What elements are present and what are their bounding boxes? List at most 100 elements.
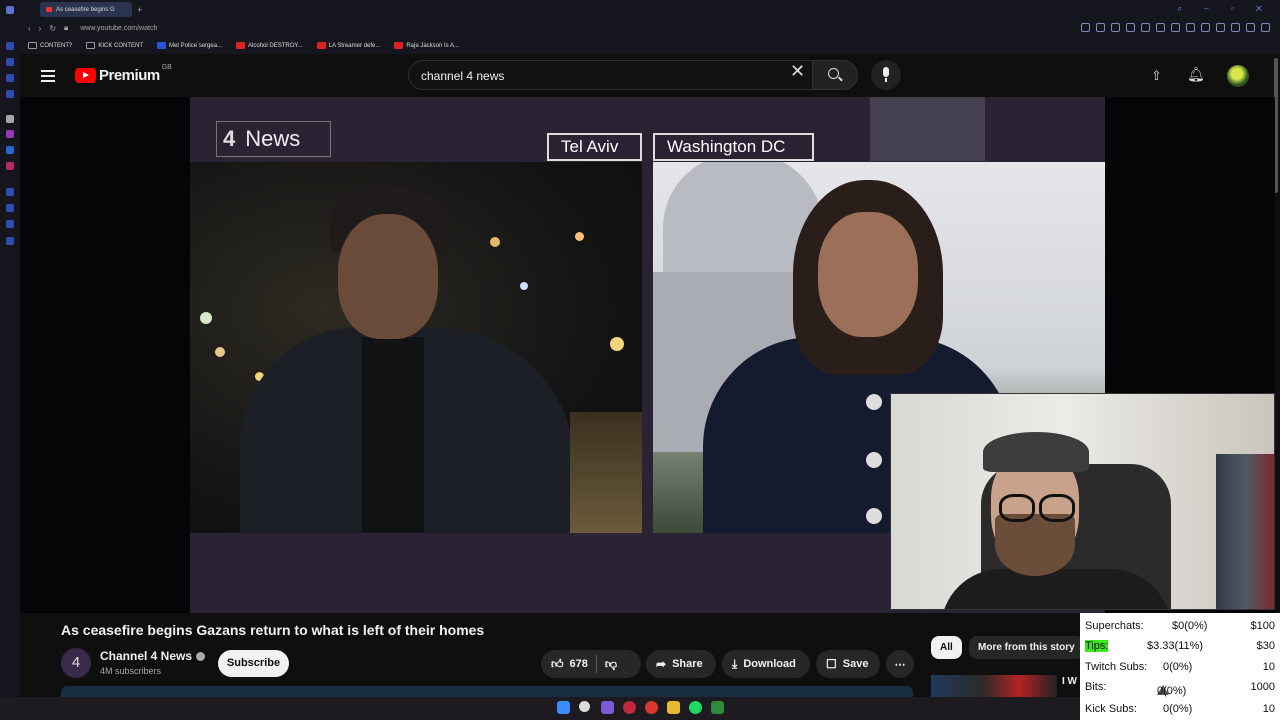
- file-explorer-icon[interactable]: [667, 701, 680, 714]
- logo-text: Premium: [99, 67, 160, 84]
- extension-icon[interactable]: [1246, 23, 1255, 32]
- subscriber-count: 4M subscribers: [100, 666, 162, 676]
- extension-icon[interactable]: [1186, 23, 1195, 32]
- location-label-left: Tel Aviv: [547, 133, 642, 161]
- extension-icon[interactable]: [1081, 23, 1090, 32]
- logo-news-text: News: [245, 126, 301, 151]
- extension-icon[interactable]: [1231, 23, 1240, 32]
- opera-gx-icon[interactable]: [623, 701, 636, 714]
- extension-icon[interactable]: [1111, 23, 1120, 32]
- start-menu-icon[interactable]: [557, 701, 570, 714]
- taskbar-app-icon[interactable]: [601, 701, 614, 714]
- upload-icon[interactable]: ⇧: [1151, 68, 1162, 84]
- download-icon: ⤓: [732, 656, 738, 671]
- extension-icon[interactable]: [1096, 23, 1105, 32]
- voice-search-icon[interactable]: [871, 60, 901, 90]
- superchats-row: Superchats: $0(0%) $100: [1085, 620, 1275, 632]
- download-button[interactable]: ⤓ Download: [722, 650, 810, 678]
- chip-all[interactable]: All: [931, 636, 962, 659]
- extension-icon[interactable]: [1126, 23, 1135, 32]
- video-title: As ceasefire begins Gazans return to wha…: [61, 622, 485, 638]
- history-icon[interactable]: [6, 204, 14, 212]
- extension-icon[interactable]: [1216, 23, 1225, 32]
- subscribe-button[interactable]: Subscribe: [218, 650, 289, 677]
- bookmark-link[interactable]: Met Police sergea...: [157, 42, 222, 49]
- url-field[interactable]: www.youtube.com/watch: [80, 25, 157, 32]
- kick-subs-row: Kick Subs: 0(0%) 10: [1085, 703, 1275, 715]
- share-icon: ➦: [656, 657, 667, 671]
- bookmark-link[interactable]: Alcohol DESTROY...: [236, 42, 303, 49]
- channel-name[interactable]: Channel 4 News: [100, 649, 206, 663]
- folder-icon: [86, 42, 96, 49]
- back-icon[interactable]: ‹: [28, 24, 31, 33]
- search-input[interactable]: channel 4 news: [408, 60, 840, 90]
- channel4-logo-icon: 4: [223, 126, 236, 151]
- search-icon: [828, 68, 839, 79]
- dislike-icon[interactable]: 👎︎: [605, 657, 617, 672]
- messenger-icon[interactable]: [6, 146, 14, 154]
- instagram-icon[interactable]: [6, 162, 14, 170]
- search-icon[interactable]: [579, 701, 590, 712]
- browser-sidebar: [0, 0, 20, 720]
- new-tab-icon[interactable]: +: [137, 5, 142, 15]
- youtube-logo[interactable]: Premium GB: [75, 64, 172, 84]
- sidebar-app-icon[interactable]: [6, 90, 14, 98]
- bookmark-link[interactable]: LA Streamer defe...: [316, 42, 380, 49]
- sidebar-app-icon[interactable]: [6, 58, 14, 66]
- windows-taskbar: [0, 697, 1080, 720]
- bookmark-folder[interactable]: KICK CONTENT: [86, 42, 143, 49]
- forward-icon[interactable]: ›: [39, 24, 42, 33]
- reporter-feed-left: [190, 162, 642, 533]
- youtube-favicon-icon: [46, 7, 52, 12]
- menu-icon[interactable]: [41, 70, 55, 85]
- opera-icon[interactable]: [6, 6, 14, 14]
- tab-title: As ceasefire begins G: [56, 6, 115, 13]
- sidebar-app-icon[interactable]: [6, 130, 14, 138]
- like-icon[interactable]: 👍︎: [551, 657, 564, 672]
- bookmark-favicon-icon: [157, 42, 167, 49]
- save-button[interactable]: ☐ Save: [816, 650, 880, 678]
- streamer-webcam: [890, 393, 1275, 610]
- youtube-favicon-icon: [316, 42, 326, 49]
- account-avatar[interactable]: [1227, 65, 1249, 87]
- sidebar-app-icon[interactable]: [6, 74, 14, 82]
- reload-icon[interactable]: ↻: [49, 24, 56, 33]
- bookmark-folder[interactable]: CONTENT?: [28, 42, 72, 49]
- search-button[interactable]: [812, 60, 858, 90]
- extension-icon[interactable]: [1156, 23, 1165, 32]
- extension-icon[interactable]: [1201, 23, 1210, 32]
- save-playlist-icon: ☐: [826, 657, 837, 671]
- xbox-icon[interactable]: [711, 701, 724, 714]
- folder-icon: [28, 42, 37, 49]
- extension-icon[interactable]: [1261, 23, 1270, 32]
- twitch-subs-row: Twitch Subs: 0(0%) 10: [1085, 661, 1275, 673]
- sidebar-app-icon[interactable]: [6, 115, 14, 123]
- clear-search-icon[interactable]: ✕: [790, 61, 805, 82]
- taskbar-app-icon[interactable]: [645, 701, 658, 714]
- share-button[interactable]: ➦ Share: [646, 650, 716, 678]
- bookmark-link[interactable]: Raja Jackson Is A...: [394, 42, 459, 49]
- sidebar-app-icon[interactable]: [6, 220, 14, 228]
- sidebar-app-icon[interactable]: [6, 42, 14, 50]
- extension-icon[interactable]: [1171, 23, 1180, 32]
- youtube-favicon-icon: [394, 42, 404, 49]
- youtube-play-icon: [75, 68, 96, 83]
- settings-icon[interactable]: [6, 237, 14, 245]
- like-count[interactable]: 678: [570, 658, 588, 670]
- verified-icon: [196, 652, 206, 662]
- youtube-header: Premium GB channel 4 news ✕ ⇧ 🔔︎: [20, 54, 1280, 97]
- channel-avatar[interactable]: 4: [61, 648, 91, 678]
- bookmarks-bar: CONTENT? KICK CONTENT Met Police sergea.…: [20, 37, 1280, 54]
- lock-icon: 🔒︎: [64, 23, 69, 32]
- youtube-favicon-icon: [236, 42, 246, 49]
- spotify-icon[interactable]: [689, 701, 702, 714]
- search-query: channel 4 news: [421, 69, 505, 83]
- notifications-bell-icon[interactable]: 🔔︎: [1187, 66, 1205, 83]
- extension-icon[interactable]: [1141, 23, 1150, 32]
- tab-active[interactable]: As ceasefire begins G: [40, 2, 132, 17]
- channel4-news-logo: 4 News: [216, 121, 331, 157]
- window-controls[interactable]: ⌕ – ▫ ✕: [1177, 4, 1272, 14]
- more-actions-icon[interactable]: ⋯: [886, 650, 914, 678]
- chip-more-from-this-story[interactable]: More from this story: [969, 636, 1084, 659]
- sidebar-app-icon[interactable]: [6, 188, 14, 196]
